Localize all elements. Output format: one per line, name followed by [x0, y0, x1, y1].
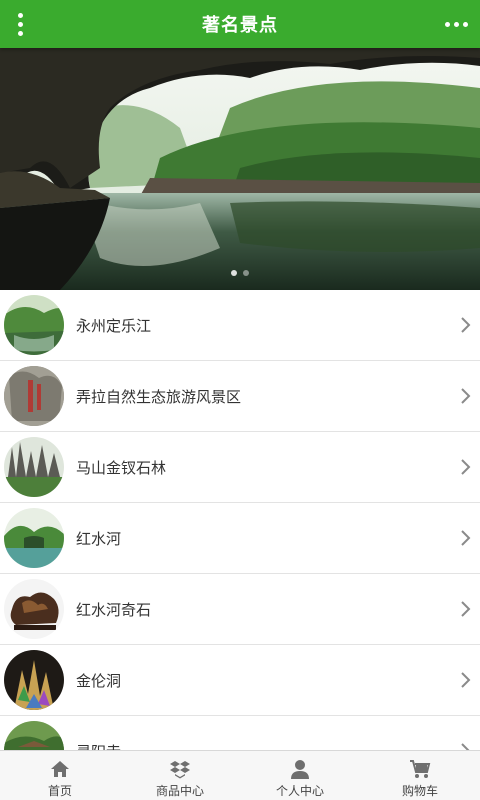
- page-title: 著名景点: [202, 15, 278, 36]
- banner-image: [0, 48, 480, 290]
- list-item[interactable]: 红水河: [0, 503, 480, 574]
- vertical-dots-icon[interactable]: [8, 8, 32, 40]
- item-thumbnail: [4, 295, 64, 355]
- item-label: 灵阳寺: [76, 741, 121, 751]
- user-icon: [291, 760, 309, 779]
- list-item[interactable]: 永州定乐江: [0, 290, 480, 361]
- box-icon: [170, 761, 190, 779]
- scenic-spot-list: 永州定乐江 弄拉自然生态旅游风景区 马山金钗石林 红水河 红水河奇石 金伦洞: [0, 290, 480, 750]
- chevron-right-icon: [461, 743, 470, 750]
- tab-label: 个人中心: [275, 784, 324, 798]
- item-thumbnail: [4, 579, 64, 639]
- item-label: 红水河奇石: [76, 600, 152, 619]
- list-item[interactable]: 马山金钗石林: [0, 432, 480, 503]
- horizontal-dots-icon[interactable]: [440, 8, 472, 40]
- chevron-right-icon: [461, 459, 471, 475]
- cart-icon: [410, 760, 431, 778]
- tab-home[interactable]: 首页: [0, 751, 120, 800]
- item-label: 马山金钗石林: [76, 458, 167, 477]
- chevron-right-icon: [461, 601, 471, 617]
- list-item[interactable]: 金伦洞: [0, 645, 480, 716]
- item-label: 永州定乐江: [76, 316, 152, 335]
- carousel-dot[interactable]: [231, 270, 237, 276]
- chevron-right-icon: [461, 388, 471, 404]
- list-item[interactable]: 灵阳寺: [0, 716, 480, 750]
- item-label: 弄拉自然生态旅游风景区: [76, 387, 242, 406]
- item-label: 金伦洞: [76, 671, 122, 690]
- list-item[interactable]: 红水河奇石: [0, 574, 480, 645]
- tab-label: 首页: [47, 784, 72, 798]
- item-thumbnail: [4, 721, 64, 750]
- home-icon: [51, 761, 69, 777]
- bottom-tab-bar: 首页 商品中心 个人中心 购物车: [0, 750, 480, 800]
- item-thumbnail: [4, 366, 64, 426]
- tab-product-center[interactable]: 商品中心: [120, 751, 240, 800]
- chevron-right-icon: [461, 530, 471, 546]
- chevron-right-icon: [461, 672, 471, 688]
- tab-label: 购物车: [401, 784, 438, 798]
- tab-user-center[interactable]: 个人中心: [240, 751, 360, 800]
- item-thumbnail: [4, 437, 64, 497]
- item-thumbnail: [4, 650, 64, 710]
- tab-cart[interactable]: 购物车: [360, 751, 480, 800]
- list-item[interactable]: 弄拉自然生态旅游风景区: [0, 361, 480, 432]
- carousel-indicator: [0, 270, 480, 276]
- banner-carousel[interactable]: [0, 48, 480, 290]
- item-thumbnail: [4, 508, 64, 568]
- chevron-right-icon: [461, 317, 471, 333]
- carousel-dot[interactable]: [243, 270, 249, 276]
- tab-label: 商品中心: [155, 784, 204, 798]
- app-header: 著名景点: [0, 0, 480, 48]
- item-label: 红水河: [76, 529, 122, 548]
